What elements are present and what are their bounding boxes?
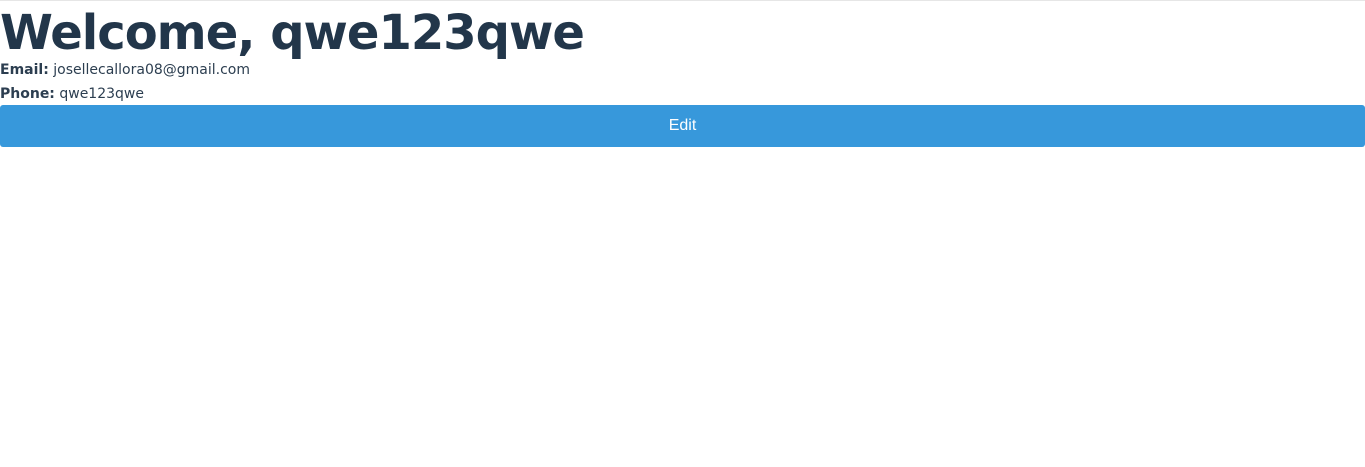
phone-value: qwe123qwe — [59, 86, 144, 102]
phone-label: Phone: — [0, 86, 55, 102]
welcome-username: qwe123qwe — [270, 5, 585, 61]
email-row: Email: josellecallora08@gmail.com — [0, 60, 250, 80]
email-label: Email: — [0, 62, 49, 78]
edit-button[interactable]: Edit — [0, 105, 1365, 147]
welcome-prefix: Welcome, — [0, 5, 271, 61]
top-divider — [0, 0, 1365, 1]
welcome-heading: Welcome, qwe123qwe — [0, 3, 585, 63]
email-value: josellecallora08@gmail.com — [53, 62, 251, 78]
phone-row: Phone: qwe123qwe — [0, 84, 144, 104]
